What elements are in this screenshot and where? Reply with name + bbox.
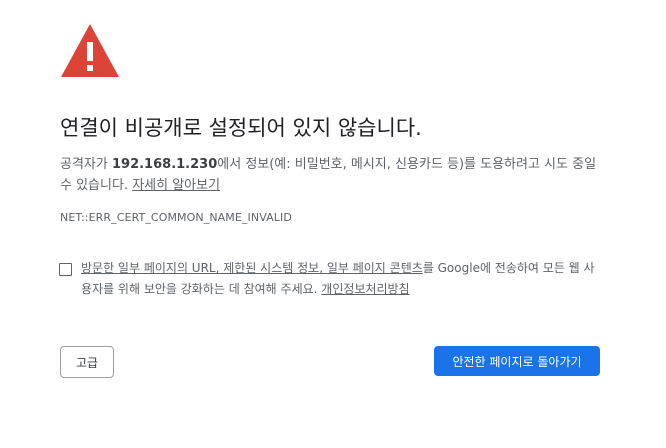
optin-details-link[interactable]: 방문한 일부 페이지의 URL, 제한된 시스템 정보, 일부 페이지 콘텐츠 (81, 261, 423, 275)
warning-triangle-icon (61, 24, 119, 77)
page-heading: 연결이 비공개로 설정되어 있지 않습니다. (60, 116, 422, 140)
learn-more-link[interactable]: 자세히 알아보기 (132, 178, 220, 193)
privacy-policy-link[interactable]: 개인정보처리방침 (321, 282, 409, 296)
host-address: 192.168.1.230 (111, 157, 218, 172)
optin-label: 방문한 일부 페이지의 URL, 제한된 시스템 정보, 일부 페이지 콘텐츠를… (81, 258, 601, 300)
error-code: NET::ERR_CERT_COMMON_NAME_INVALID (60, 211, 292, 224)
optin-checkbox[interactable] (59, 263, 72, 276)
advanced-button[interactable]: 고급 (60, 346, 114, 378)
description-prefix: 공격자가 (60, 157, 112, 172)
description-text: 공격자가 192.168.1.230에서 정보(예: 비밀번호, 메시지, 신용… (60, 154, 600, 196)
back-to-safety-button[interactable]: 안전한 페이지로 돌아가기 (434, 346, 600, 376)
interstitial-page: 연결이 비공개로 설정되어 있지 않습니다. 공격자가 192.168.1.23… (0, 0, 666, 448)
